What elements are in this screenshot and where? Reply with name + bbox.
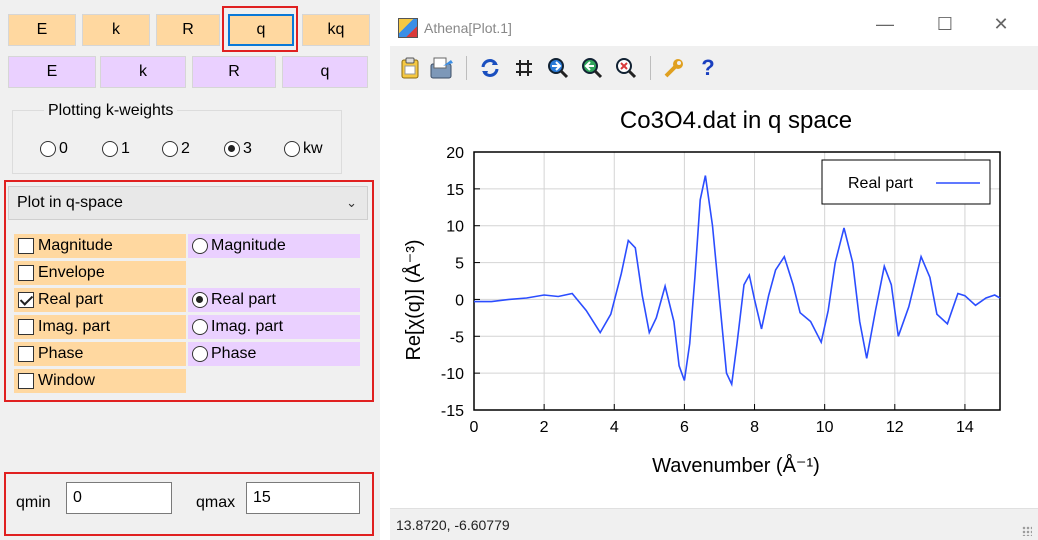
x-axis-label: Wavenumber (Å⁻¹)	[652, 454, 820, 477]
single-phase-checkbox[interactable]: Phase	[14, 342, 186, 366]
kweight-0-radio[interactable]: 0	[40, 140, 68, 158]
x-tick-label: 2	[540, 419, 549, 436]
qmin-input[interactable]	[66, 482, 172, 514]
radio-icon	[162, 141, 178, 157]
kweight-3-radio[interactable]: 3	[224, 140, 252, 158]
multi-real-part-radio[interactable]: Real part	[188, 288, 360, 312]
radio-icon	[102, 141, 118, 157]
zoom-out-icon[interactable]	[578, 54, 606, 82]
y-tick-label: -5	[450, 329, 464, 346]
left-panel: E k R q kq E k R q Plotting k-weights 0 …	[0, 0, 380, 540]
clipboard-icon[interactable]	[396, 54, 424, 82]
single-real-part-checkbox[interactable]: Real part	[14, 288, 186, 312]
zoom-in-icon[interactable]	[544, 54, 572, 82]
toolbar-separator	[466, 56, 467, 80]
y-tick-label: 15	[446, 182, 464, 199]
single-imag-part-checkbox[interactable]: Imag. part	[14, 315, 186, 339]
radio-icon	[192, 319, 208, 335]
y-tick-label: -15	[441, 403, 464, 420]
radio-icon	[284, 141, 300, 157]
y-tick-label: 20	[446, 145, 464, 162]
resize-grip-icon[interactable]	[1022, 526, 1032, 536]
save-icon[interactable]	[428, 54, 456, 82]
window-title: Athena[Plot.1]	[424, 20, 512, 36]
athena-app-icon	[398, 18, 418, 38]
y-tick-label: 0	[455, 292, 464, 309]
chart[interactable]: Co3O4.dat in q space 0 2 4 6 8 10 12 14 -15 -10 -5…	[390, 90, 1038, 508]
status-bar: 13.8720, -6.60779	[390, 508, 1038, 540]
y-axis-label: Re[χ(q)] (Å⁻³)	[402, 239, 425, 360]
title-bar: Athena[Plot.1] — ☐ ✕	[390, 0, 1038, 46]
multi-imag-part-radio[interactable]: Imag. part	[188, 315, 360, 339]
x-tick-label: 12	[886, 419, 904, 436]
x-tick-label: 8	[750, 419, 759, 436]
chart-title: Co3O4.dat in q space	[620, 107, 852, 134]
x-tick-label: 0	[470, 419, 479, 436]
single-magnitude-checkbox[interactable]: Magnitude	[14, 234, 186, 258]
radio-icon	[40, 141, 56, 157]
checkbox-icon	[18, 346, 34, 362]
settings-icon[interactable]	[660, 54, 688, 82]
checkbox-icon	[18, 238, 34, 254]
checkbox-checked-icon	[18, 292, 34, 308]
cursor-coordinates: 13.8720, -6.60779	[396, 517, 510, 533]
radio-selected-icon	[192, 292, 208, 308]
x-tick-label: 10	[816, 419, 834, 436]
single-window-checkbox[interactable]: Window	[14, 369, 186, 393]
multi-e-button[interactable]: E	[8, 56, 96, 88]
plot-window: Athena[Plot.1] — ☐ ✕ ? Co3O4.dat in q sp…	[390, 0, 1038, 540]
radio-selected-icon	[224, 141, 240, 157]
legend: Real part	[821, 159, 991, 205]
chevron-down-icon: ⌄	[346, 195, 357, 210]
multi-q-button[interactable]: q	[282, 56, 368, 88]
y-tick-label: 5	[455, 256, 464, 273]
plot-r-button[interactable]: R	[156, 14, 220, 46]
multi-phase-radio[interactable]: Phase	[188, 342, 360, 366]
plot-space-select[interactable]: Plot in q-space ⌄	[8, 186, 368, 220]
checkbox-icon	[18, 265, 34, 281]
radio-icon	[192, 346, 208, 362]
x-tick-label: 6	[680, 419, 689, 436]
plot-k-button[interactable]: k	[82, 14, 150, 46]
help-icon[interactable]: ?	[694, 54, 722, 82]
zoom-reset-icon[interactable]	[612, 54, 640, 82]
x-tick-label: 4	[610, 419, 619, 436]
radio-icon	[192, 238, 208, 254]
multi-r-button[interactable]: R	[192, 56, 276, 88]
qmax-label: qmax	[196, 494, 236, 511]
minimize-icon[interactable]: —	[870, 14, 900, 35]
multi-k-button[interactable]: k	[100, 56, 186, 88]
toolbar-separator	[650, 56, 651, 80]
kweight-kw-radio[interactable]: kw	[284, 140, 323, 158]
kweights-title: Plotting k-weights	[44, 102, 178, 120]
plot-q-button[interactable]: q	[228, 14, 294, 46]
plot-kq-button[interactable]: kq	[302, 14, 370, 46]
kweight-1-radio[interactable]: 1	[102, 140, 130, 158]
checkbox-icon	[18, 373, 34, 389]
y-tick-label: -10	[441, 366, 464, 383]
refresh-icon[interactable]	[476, 54, 504, 82]
y-tick-label: 10	[446, 219, 464, 236]
checkbox-icon	[18, 319, 34, 335]
multi-magnitude-radio[interactable]: Magnitude	[188, 234, 360, 258]
toolbar: ?	[390, 46, 1038, 90]
x-tick-label: 14	[956, 419, 974, 436]
plot-area: Co3O4.dat in q space 0 2 4 6 8 10 12 14 -15 -10 -5…	[390, 90, 1038, 508]
plot-e-button[interactable]: E	[8, 14, 76, 46]
single-envelope-checkbox[interactable]: Envelope	[14, 261, 186, 285]
qmax-input[interactable]	[246, 482, 360, 514]
close-icon[interactable]: ✕	[986, 14, 1016, 35]
qmin-label: qmin	[16, 494, 51, 511]
legend-label: Real part	[848, 175, 913, 192]
maximize-icon[interactable]: ☐	[930, 14, 960, 35]
series-line-real-part	[474, 175, 1001, 388]
grid-icon[interactable]	[510, 54, 538, 82]
kweight-2-radio[interactable]: 2	[162, 140, 190, 158]
